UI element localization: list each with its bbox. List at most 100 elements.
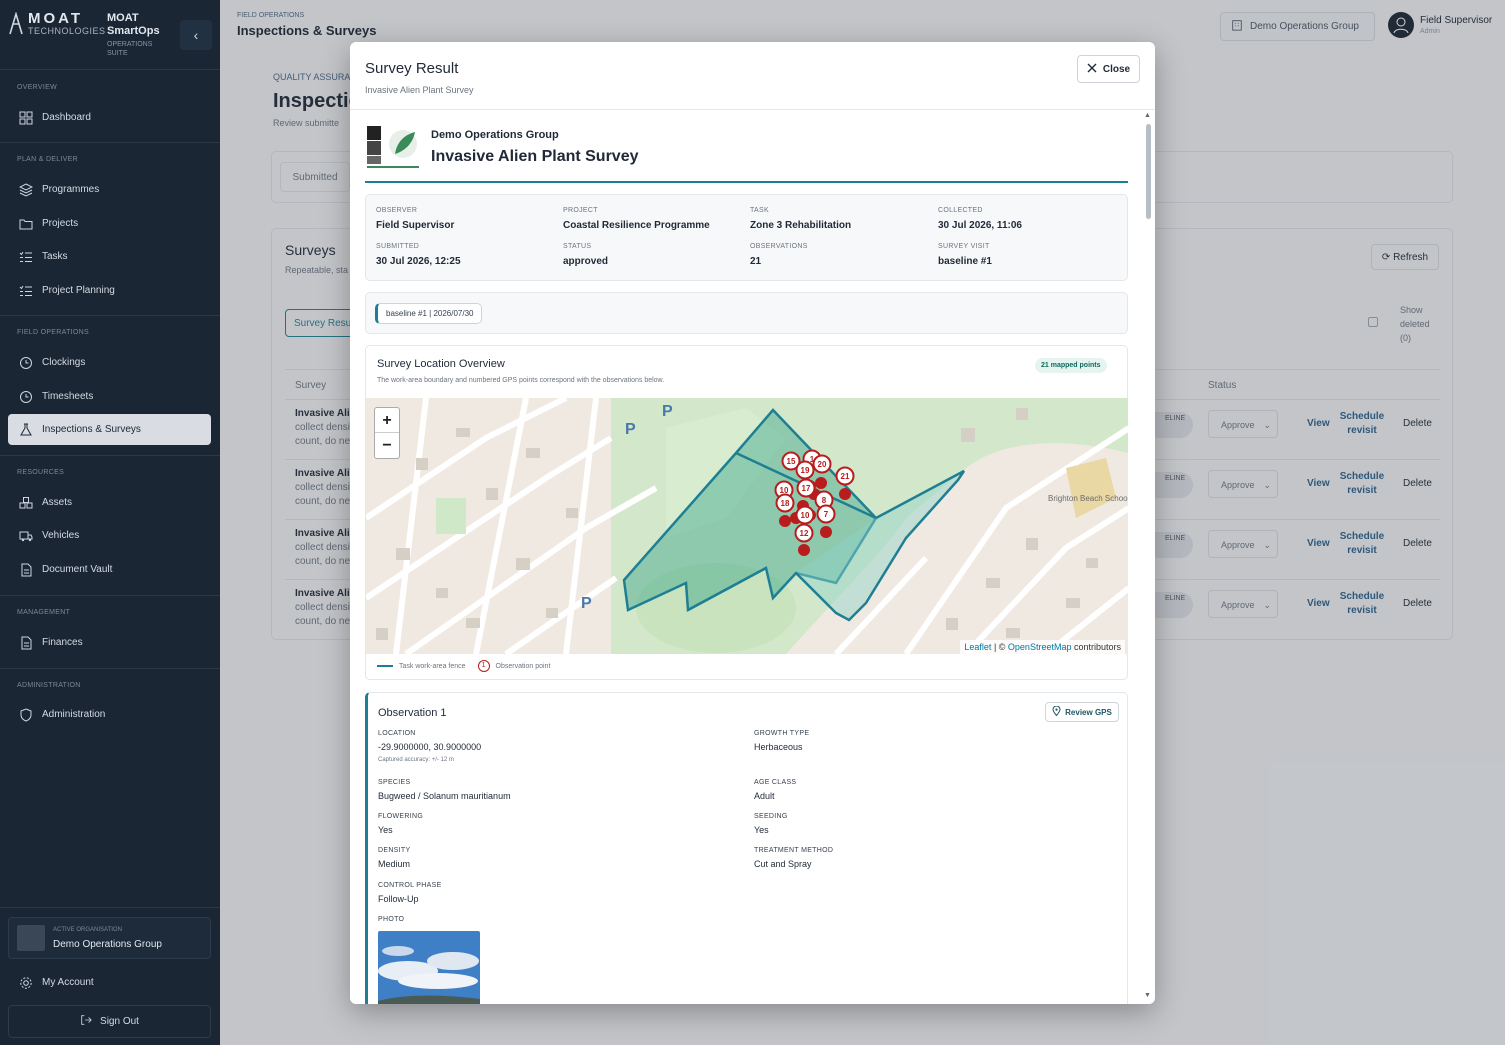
- brand-technologies: TECHNOLOGIES: [28, 26, 106, 36]
- meta-project: PROJECT Coastal Resilience Programme: [563, 207, 743, 231]
- observation-marker-label: 21: [841, 472, 850, 481]
- close-label: Close: [1102, 63, 1131, 75]
- nav-section-field: FIELD OPERATIONS: [17, 329, 89, 336]
- field-key: PHOTO: [378, 916, 405, 923]
- zoom-in-button[interactable]: +: [375, 408, 399, 433]
- sidebar-item-label: Dashboard: [42, 112, 91, 123]
- chevron-left-icon: ‹: [193, 27, 199, 43]
- sidebar-item-document-vault[interactable]: Document Vault: [8, 554, 211, 585]
- meta-value: 21: [750, 256, 762, 267]
- school-label: Brighton Beach School: [1048, 494, 1128, 503]
- location-subtitle: The work-area boundary and numbered GPS …: [377, 377, 665, 384]
- observation-photo[interactable]: [378, 931, 480, 1004]
- scroll-down-arrow[interactable]: ▼: [1144, 992, 1151, 999]
- osm-link[interactable]: OpenStreetMap: [1008, 642, 1072, 652]
- sidebar-item-finances[interactable]: Finances: [8, 627, 211, 658]
- sidebar-item-inspections[interactable]: Inspections & Surveys: [8, 414, 211, 445]
- nav-section-management: MANAGEMENT: [17, 609, 71, 616]
- observation-marker[interactable]: 20: [812, 454, 832, 474]
- meta-task: TASK Zone 3 Rehabilitation: [750, 207, 930, 231]
- observation-marker[interactable]: 17: [796, 478, 816, 498]
- observation-dot[interactable]: [779, 515, 791, 527]
- field-species: SPECIES Bugweed / Solanum mauritianum: [378, 779, 718, 801]
- review-gps-button[interactable]: Review GPS: [1045, 702, 1119, 722]
- sidebar-item-label: Project Planning: [42, 285, 115, 296]
- sign-out-button[interactable]: Sign Out: [8, 1005, 211, 1038]
- observation-card: Observation 1 Review GPS LOCATION -29.900…: [365, 692, 1128, 1004]
- leaflet-link[interactable]: Leaflet: [964, 642, 991, 652]
- field-value: Adult: [754, 791, 775, 801]
- scroll-up-arrow[interactable]: ▲: [1144, 112, 1151, 119]
- close-icon: [1087, 63, 1097, 76]
- observation-dot[interactable]: [798, 544, 810, 556]
- meta-value: Field Supervisor: [376, 220, 455, 231]
- collapse-sidebar-button[interactable]: ‹: [180, 20, 212, 50]
- sidebar-item-vehicles[interactable]: Vehicles: [8, 520, 211, 551]
- survey-visits-panel: baseline #1 | 2026/07/30: [365, 292, 1128, 334]
- list-check-icon: [18, 249, 34, 265]
- divider: [0, 668, 220, 669]
- field-key: SEEDING: [754, 813, 788, 820]
- meta-survey-visit: SURVEY VISIT baseline #1: [938, 243, 1118, 267]
- sidebar-item-administration[interactable]: Administration: [8, 699, 211, 730]
- sidebar-item-clockings[interactable]: Clockings: [8, 347, 211, 378]
- sidebar-item-assets[interactable]: Assets: [8, 487, 211, 518]
- attribution-separator: | ©: [991, 642, 1008, 652]
- brand-logo[interactable]: MOAT TECHNOLOGIES MOAT SmartOps OPERATIO…: [8, 10, 180, 60]
- meta-key: PROJECT: [563, 207, 598, 214]
- scroll-thumb[interactable]: [1146, 124, 1151, 219]
- meta-key: COLLECTED: [938, 207, 983, 214]
- observation-marker[interactable]: 18: [775, 493, 795, 513]
- survey-result-modal: Survey Result Invasive Alien Plant Surve…: [350, 42, 1155, 1004]
- sidebar-item-tasks[interactable]: Tasks: [8, 241, 211, 272]
- survey-map[interactable]: P P P Brighton Beach School 15 1 20 19 21 17 1…: [366, 398, 1128, 654]
- field-key: CONTROL PHASE: [378, 882, 442, 889]
- brand-name: MOAT SmartOps: [107, 12, 160, 37]
- location-title: Survey Location Overview: [377, 358, 505, 370]
- map-pin-icon: [1052, 705, 1061, 718]
- active-org-label: ACTIVE ORGANISATION: [53, 927, 122, 933]
- observation-dot[interactable]: [839, 488, 851, 500]
- modal-scrollbar[interactable]: ▲ ▼: [1143, 112, 1153, 1002]
- nav-section-plan: PLAN & DELIVER: [17, 156, 78, 163]
- field-seeding: SEEDING Yes: [754, 813, 1094, 835]
- observation-dot[interactable]: [820, 526, 832, 538]
- observation-marker[interactable]: 21: [835, 466, 855, 486]
- observation-marker-label: 19: [801, 466, 810, 475]
- sidebar-item-dashboard[interactable]: Dashboard: [8, 102, 211, 133]
- sidebar-item-label: Timesheets: [42, 391, 94, 402]
- observation-point-swatch: 1: [477, 660, 490, 672]
- observation-marker-label: 10: [801, 511, 810, 520]
- flask-icon: [18, 422, 34, 438]
- field-value: Follow-Up: [378, 894, 419, 904]
- sidebar-item-projects[interactable]: Projects: [8, 208, 211, 239]
- close-button[interactable]: Close: [1077, 55, 1140, 83]
- meta-value: 30 Jul 2026, 12:25: [376, 256, 461, 267]
- parking-marker: P: [662, 403, 673, 420]
- observation-marker[interactable]: 7: [816, 504, 836, 524]
- observation-marker[interactable]: 12: [794, 523, 814, 543]
- sidebar-item-programmes[interactable]: Programmes: [8, 174, 211, 205]
- meta-key: SURVEY VISIT: [938, 243, 990, 250]
- observation-dot[interactable]: [815, 477, 827, 489]
- active-organisation[interactable]: ACTIVE ORGANISATION Demo Operations Grou…: [8, 917, 211, 959]
- field-age-class: AGE CLASS Adult: [754, 779, 1094, 801]
- clock-icon: [18, 355, 34, 371]
- meta-key: OBSERVATIONS: [750, 243, 808, 250]
- sidebar: MOAT TECHNOLOGIES MOAT SmartOps OPERATIO…: [0, 0, 220, 1045]
- observation-marker[interactable]: 10: [795, 505, 815, 525]
- meta-value: baseline #1: [938, 256, 992, 267]
- legend-point-label: Observation point: [495, 662, 551, 670]
- survey-meta-panel: OBSERVER Field Supervisor PROJECT Coastal …: [365, 194, 1128, 281]
- zoom-out-button[interactable]: −: [375, 433, 399, 458]
- sidebar-item-my-account[interactable]: My Account: [8, 967, 211, 998]
- divider: [0, 595, 220, 596]
- meta-key: SUBMITTED: [376, 243, 420, 250]
- field-density: DENSITY Medium: [378, 847, 718, 869]
- sidebar-item-project-planning[interactable]: Project Planning: [8, 275, 211, 306]
- sidebar-item-timesheets[interactable]: Timesheets: [8, 381, 211, 412]
- visit-chip[interactable]: baseline #1 | 2026/07/30: [375, 303, 483, 324]
- observation-marker[interactable]: 19: [795, 460, 815, 480]
- sidebar-item-label: Clockings: [42, 357, 86, 368]
- map-canvas: P P P Brighton Beach School 15 1201921171…: [366, 398, 1128, 654]
